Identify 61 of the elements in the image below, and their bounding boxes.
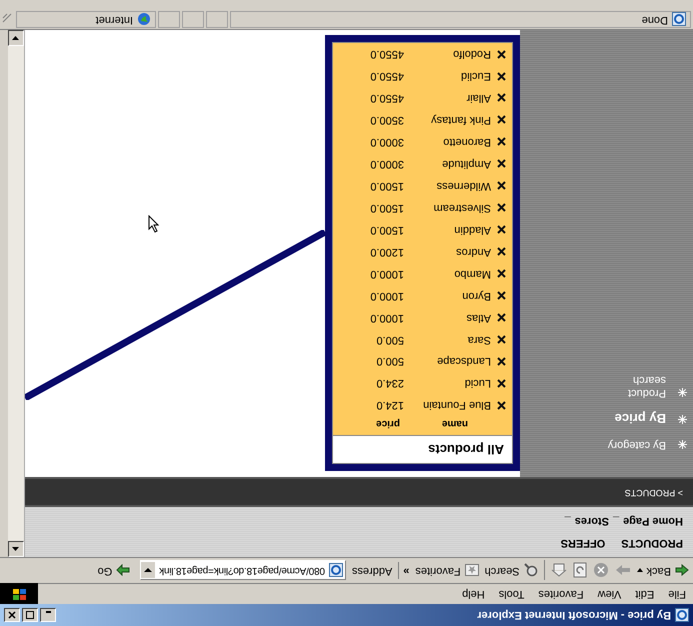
menu-item[interactable]: Favorites <box>531 586 591 602</box>
product-price: 4550.0 <box>370 69 404 84</box>
menu-item[interactable]: Tools <box>492 586 532 602</box>
product-price: 3000.0 <box>370 157 404 172</box>
status-text: Done <box>642 12 668 28</box>
nav-link[interactable]: Home Page <box>623 512 683 529</box>
column-header: name <box>440 417 469 432</box>
product-name: Mambo <box>453 266 492 282</box>
more-chevron[interactable]: » <box>398 562 410 579</box>
menu-item[interactable]: View <box>590 586 628 602</box>
back-button[interactable]: Back <box>636 562 689 579</box>
product-price: 1000.0 <box>370 310 404 326</box>
breadcrumb[interactable]: > PRODUCTS <box>624 485 683 499</box>
product-name: Euclid <box>460 69 492 84</box>
nav-link[interactable]: PRODUCTS <box>621 535 683 552</box>
menu-item[interactable]: File <box>661 586 693 602</box>
search-button[interactable]: Search <box>484 562 538 579</box>
product-name: Landscape <box>436 354 492 370</box>
product-price: 500.0 <box>376 332 404 348</box>
product-name: Silvestream <box>432 200 492 216</box>
nav-link[interactable]: _ <box>612 512 620 529</box>
nav-link[interactable]: Stores <box>574 512 609 529</box>
product-price: 1500.0 <box>370 222 404 238</box>
product-price: 1500.0 <box>370 200 404 216</box>
product-name: Lucid <box>464 376 492 392</box>
product-price: 500.0 <box>376 354 404 370</box>
go-button[interactable]: Go <box>98 562 130 579</box>
product-price: 3500.0 <box>370 113 404 128</box>
product-price: 234.0 <box>376 376 404 392</box>
product-price: 1000.0 <box>370 266 404 282</box>
zone-text: Internet <box>96 12 133 28</box>
product-name: Amplitude <box>441 157 492 172</box>
nav-link[interactable]: _ <box>564 512 571 529</box>
product-name: Blue Fountain <box>422 398 492 414</box>
product-price: 1000.0 <box>370 288 404 304</box>
product-price: 4550.0 <box>370 91 404 106</box>
product-name: Andros <box>455 244 492 260</box>
menu-item[interactable]: Help <box>455 586 492 602</box>
address-field[interactable]: 080/Acme/page18.do?link=page18.link <box>140 560 346 580</box>
product-name: Wilderness <box>436 178 492 194</box>
nav-link[interactable]: OFFERS <box>560 535 606 552</box>
product-price: 124.0 <box>376 398 404 414</box>
product-name: Baronetto <box>442 135 492 150</box>
panel-title: All products <box>333 435 512 463</box>
product-name: Byron <box>461 288 492 304</box>
address-label: Address <box>352 564 392 579</box>
product-name: Pink fantasy <box>430 113 492 128</box>
column-header: price <box>376 417 400 432</box>
product-price: 4550.0 <box>370 47 404 62</box>
product-name: Aladdin <box>453 222 492 238</box>
product-name: Rodolfo <box>452 47 492 62</box>
sidebar-link[interactable]: Product search <box>616 373 666 399</box>
product-name: Atlas <box>466 310 492 326</box>
product-price: 1200.0 <box>370 244 404 260</box>
product-name: Allair <box>466 91 492 106</box>
product-price: 1500.0 <box>370 178 404 194</box>
product-price: 3000.0 <box>370 135 404 150</box>
menu-item[interactable]: Edit <box>628 586 662 602</box>
window-title: By price - Microsoft Internet Explorer <box>477 608 671 624</box>
favorites-button[interactable]: Favorites <box>415 562 479 579</box>
product-name: Sara <box>466 332 492 348</box>
